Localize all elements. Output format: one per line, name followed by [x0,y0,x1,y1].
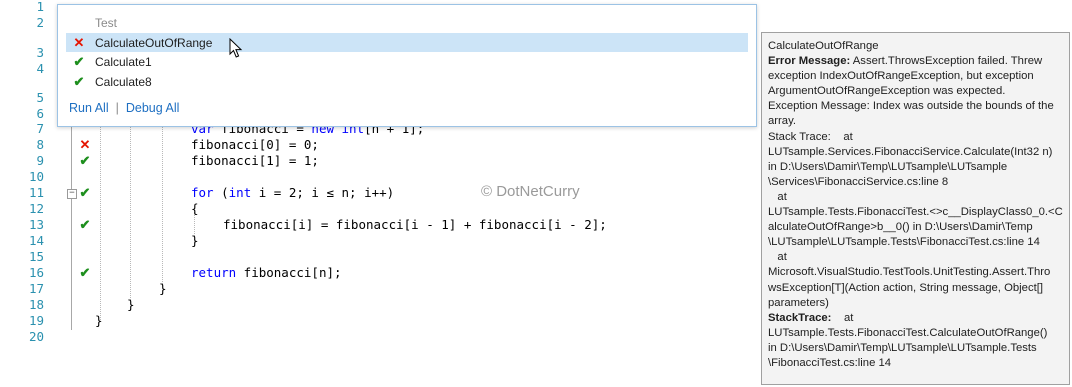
stacktrace-line: LUTsample.Tests.FibonacciTest.CalculateO… [768,326,1048,339]
error-message-line: Exception Message: Index was outside the… [768,100,1054,113]
stacktrace-line: \FibonacciTest.cs:line 14 [768,356,892,369]
indent-guide [130,120,131,300]
test-passed-icon[interactable]: ✔ [78,185,92,201]
action-separator: | [115,101,119,115]
collapse-toggle[interactable]: − [67,189,77,199]
error-message-line: Error Message: Assert.ThrowsException fa… [768,55,1043,68]
line-number: 8 [36,137,44,152]
test-name: Calculate8 [95,75,152,89]
line-number: 9 [36,153,44,168]
error-message-line: ArgumentOutOfRangeException was expected… [768,85,1006,98]
test-name: CalculateOutOfRange [95,36,213,50]
stack-trace-line: Microsoft.VisualStudio.TestTools.UnitTes… [768,266,1051,279]
test-passed-icon: ✔ [73,54,85,69]
code-line: { [191,201,199,216]
detail-title: CalculateOutOfRange [768,40,879,52]
code-line: } [159,281,167,296]
test-item-calculate1[interactable]: ✔ Calculate1 [66,52,748,71]
stack-trace-line: alculateOutOfRange>b__0() in D:\Users\Da… [768,221,1033,234]
line-number: 17 [28,281,44,296]
code-line: for (int i = 2; i ≤ n; i++) [191,185,395,200]
stack-trace-line: LUTsample.Services.FibonacciService.Calc… [768,145,1053,158]
outlining-line [71,120,72,330]
stack-trace-line: Stack Trace: at [768,130,853,143]
stacktrace-line: in D:\Users\Damir\Temp\LUTsample\LUTsamp… [768,341,1037,354]
code-line: fibonacci[i] = fibonacci[i - 1] + fibona… [223,217,607,232]
test-passed-icon[interactable]: ✔ [78,265,92,281]
test-detail-tooltip: CalculateOutOfRange Error Message: Asser… [761,32,1070,385]
line-number: 14 [28,233,44,248]
line-number: 12 [28,201,44,216]
code-line: } [127,297,135,312]
test-failed-icon[interactable]: ✕ [78,137,92,153]
line-number: 1 [36,0,44,14]
line-number: 4 [36,61,44,76]
test-item-calculate8[interactable]: ✔ Calculate8 [66,72,748,91]
stack-trace-line: in D:\Users\Damir\Temp\LUTsample\LUTsamp… [768,160,1008,173]
indent-guide [162,120,163,286]
line-number: 10 [28,169,44,184]
stack-trace-line: LUTsample.Tests.FibonacciTest.<>c__Displ… [768,206,1063,219]
debug-all-link[interactable]: Debug All [126,101,180,115]
code-line: fibonacci[1] = 1; [191,153,319,168]
line-number: 11 [28,185,44,200]
code-line: } [191,233,199,248]
line-number: 13 [28,217,44,232]
code-line: return fibonacci[n]; [191,265,342,280]
popup-header: Test [95,16,118,30]
line-number: 18 [28,297,44,312]
line-number: 19 [28,313,44,328]
line-number: 15 [28,249,44,264]
watermark: © DotNetCurry [481,183,580,200]
test-item-calculate-out-of-range[interactable]: ✕ CalculateOutOfRange [66,33,748,52]
stacktrace-line: StackTrace: at [768,311,854,324]
popup-actions: Run All | Debug All [69,101,179,115]
line-number: 2 [36,15,44,30]
line-number: 7 [36,121,44,136]
line-number: 20 [28,329,44,344]
error-message-line: array. [768,115,797,128]
indent-guide [100,120,101,320]
test-passed-icon: ✔ [73,74,85,89]
stack-trace-line: wsException[T](Action action, String mes… [768,281,1044,294]
code-line: fibonacci[0] = 0; [191,137,319,152]
test-list-popup: Test ✕ CalculateOutOfRange ✔ Calculate1 … [57,4,757,127]
code-line: } [95,313,103,328]
test-passed-icon[interactable]: ✔ [78,217,92,233]
line-number: 16 [28,265,44,280]
stack-trace-line: at [768,190,787,203]
stack-trace-line: \Services\FibonacciService.cs:line 8 [768,175,949,188]
line-number: 3 [36,45,44,60]
test-passed-icon[interactable]: ✔ [78,153,92,169]
mouse-pointer-icon [229,38,243,58]
error-message-line: exception IndexOutOfRangeException, but … [768,70,1034,83]
stack-trace-line: \LUTsample\LUTsample.Tests\FibonacciTest… [768,236,1040,249]
line-number: 5 [36,90,44,105]
stack-trace-line: at [768,251,787,264]
test-failed-icon: ✕ [73,35,85,50]
test-name: Calculate1 [95,55,152,69]
line-number: 6 [36,106,44,121]
stack-trace-line: parameters) [768,296,829,309]
run-all-link[interactable]: Run All [69,101,109,115]
